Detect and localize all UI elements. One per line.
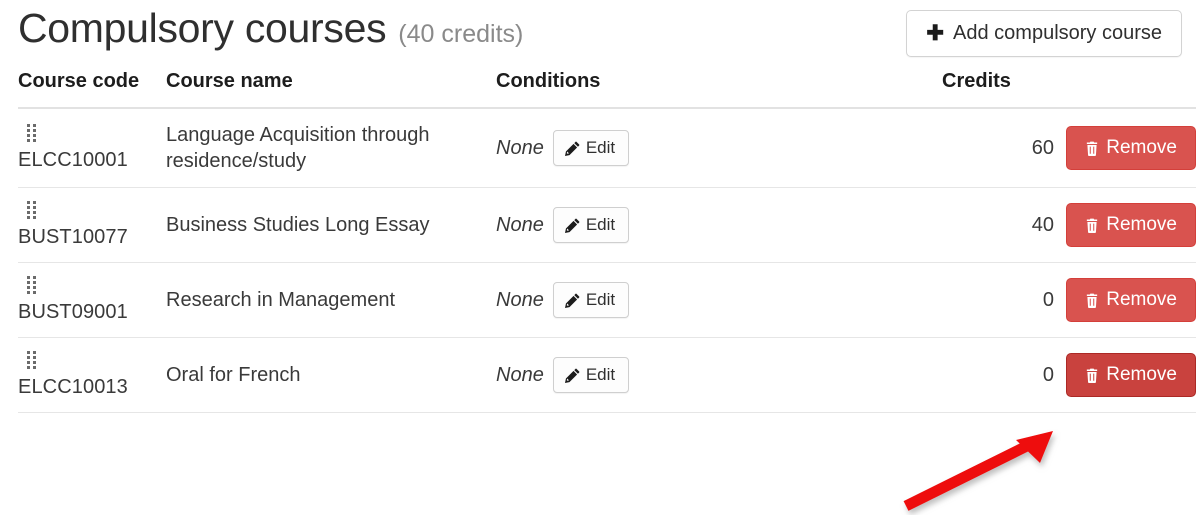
cell-course-name: Business Studies Long Essay: [166, 187, 496, 263]
remove-course-button[interactable]: Remove: [1066, 353, 1196, 397]
cell-credits: 60: [942, 108, 1054, 188]
compulsory-courses-table: Course code Course name Conditions Credi…: [18, 70, 1196, 413]
table-row: ELCC10013 Oral for French None Edit 0 Re…: [18, 337, 1196, 413]
annotation-arrow-icon: [890, 425, 1090, 515]
column-header-course-code: Course code: [18, 70, 166, 109]
remove-label: Remove: [1106, 289, 1177, 310]
table-row: BUST10077 Business Studies Long Essay No…: [18, 187, 1196, 263]
edit-label: Edit: [585, 138, 616, 157]
cell-course-code: ELCC10013: [18, 337, 166, 413]
cell-course-name: Language Acquisition through residence/s…: [166, 108, 496, 188]
edit-conditions-button[interactable]: Edit: [552, 282, 630, 318]
cell-actions: Remove: [1054, 337, 1196, 413]
cell-actions: Remove: [1054, 262, 1196, 338]
conditions-group: None Edit: [496, 282, 630, 318]
cell-actions: Remove: [1054, 108, 1196, 188]
table-row: BUST09001 Research in Management None Ed…: [18, 262, 1196, 338]
cell-actions: Remove: [1054, 187, 1196, 263]
pencil-icon: [564, 218, 580, 233]
table-body: ELCC10001 Language Acquisition through r…: [18, 108, 1196, 413]
cell-course-code: BUST09001: [18, 262, 166, 338]
cell-course-name: Research in Management: [166, 262, 496, 338]
remove-course-button[interactable]: Remove: [1066, 126, 1196, 170]
cell-credits: 40: [942, 187, 1054, 263]
add-compulsory-course-label: Add compulsory course: [953, 22, 1162, 44]
course-code-text: ELCC10001: [18, 149, 128, 171]
pencil-icon: [564, 141, 580, 156]
cell-conditions: None Edit: [496, 337, 942, 413]
table-header-row: Course code Course name Conditions Credi…: [18, 70, 1196, 109]
remove-course-button[interactable]: Remove: [1066, 203, 1196, 247]
page-header: Compulsory courses (40 credits) ✚ Add co…: [18, 0, 1182, 70]
cell-course-code: BUST10077: [18, 187, 166, 263]
remove-course-button[interactable]: Remove: [1066, 278, 1196, 322]
add-compulsory-course-button[interactable]: ✚ Add compulsory course: [906, 10, 1182, 57]
conditions-value: None: [496, 136, 544, 159]
total-credits-label: (40 credits): [398, 20, 524, 48]
cell-conditions: None Edit: [496, 262, 942, 338]
edit-label: Edit: [585, 215, 616, 234]
compulsory-courses-page: Compulsory courses (40 credits) ✚ Add co…: [0, 0, 1200, 519]
trash-icon: [1085, 141, 1099, 156]
cell-credits: 0: [942, 262, 1054, 338]
table-row: ELCC10001 Language Acquisition through r…: [18, 108, 1196, 188]
conditions-group: None Edit: [496, 130, 630, 166]
page-title: Compulsory courses: [18, 5, 387, 51]
pencil-icon: [564, 293, 580, 308]
drag-handle-icon[interactable]: [27, 124, 36, 142]
course-code-text: ELCC10013: [18, 376, 128, 398]
cell-conditions: None Edit: [496, 187, 942, 263]
drag-handle-icon[interactable]: [27, 351, 36, 369]
trash-icon: [1085, 218, 1099, 233]
edit-conditions-button[interactable]: Edit: [552, 130, 630, 166]
remove-label: Remove: [1106, 364, 1177, 385]
edit-label: Edit: [585, 290, 616, 309]
course-code-text: BUST10077: [18, 226, 128, 248]
edit-conditions-button[interactable]: Edit: [552, 357, 630, 393]
conditions-value: None: [496, 213, 544, 236]
remove-label: Remove: [1106, 137, 1177, 158]
course-code-text: BUST09001: [18, 301, 128, 323]
remove-label: Remove: [1106, 214, 1177, 235]
column-header-credits: Credits: [942, 70, 1054, 109]
cell-credits: 0: [942, 337, 1054, 413]
trash-icon: [1085, 368, 1099, 383]
cell-course-name: Oral for French: [166, 337, 496, 413]
column-header-actions: [1054, 70, 1196, 109]
conditions-value: None: [496, 363, 544, 386]
title-group: Compulsory courses (40 credits): [18, 6, 523, 49]
cell-course-code: ELCC10001: [18, 108, 166, 188]
column-header-conditions: Conditions: [496, 70, 942, 109]
drag-handle-icon[interactable]: [27, 201, 36, 219]
table-head: Course code Course name Conditions Credi…: [18, 70, 1196, 109]
conditions-value: None: [496, 288, 544, 311]
conditions-group: None Edit: [496, 207, 630, 243]
edit-label: Edit: [585, 365, 616, 384]
trash-icon: [1085, 293, 1099, 308]
cell-conditions: None Edit: [496, 108, 942, 188]
column-header-course-name: Course name: [166, 70, 496, 109]
pencil-icon: [564, 368, 580, 383]
conditions-group: None Edit: [496, 357, 630, 393]
edit-conditions-button[interactable]: Edit: [552, 207, 630, 243]
plus-icon: ✚: [926, 22, 945, 45]
drag-handle-icon[interactable]: [27, 276, 36, 294]
